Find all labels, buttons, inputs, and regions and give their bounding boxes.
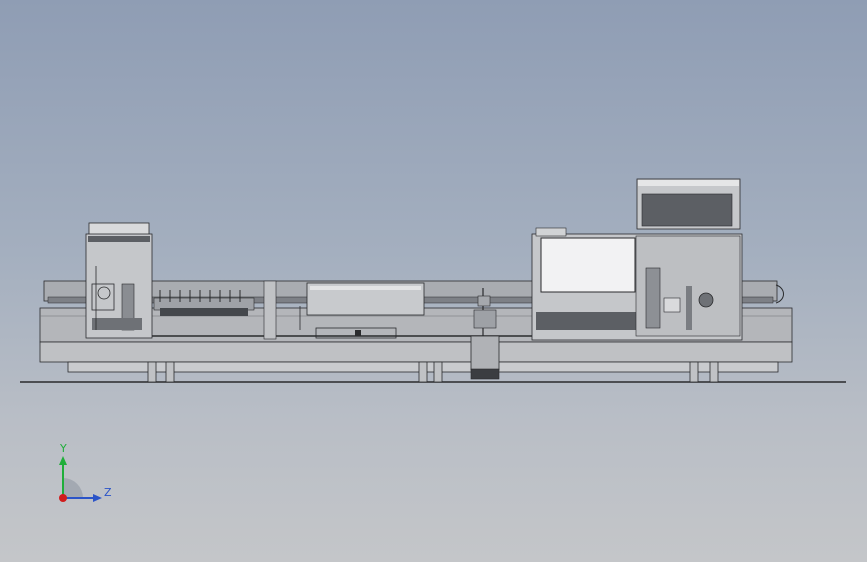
coordinate-triad: Y Z: [48, 440, 118, 510]
left-feeding-unit: [85, 222, 153, 339]
right-cabinet: [531, 227, 743, 341]
z-axis-label: Z: [104, 486, 112, 499]
machine-model: [20, 178, 846, 383]
cad-viewport[interactable]: Y Z: [0, 0, 867, 562]
top-head-box: [636, 178, 741, 230]
triad-graphic: [59, 456, 102, 502]
y-axis-label: Y: [60, 442, 67, 455]
x-axis-dot: [59, 494, 67, 502]
